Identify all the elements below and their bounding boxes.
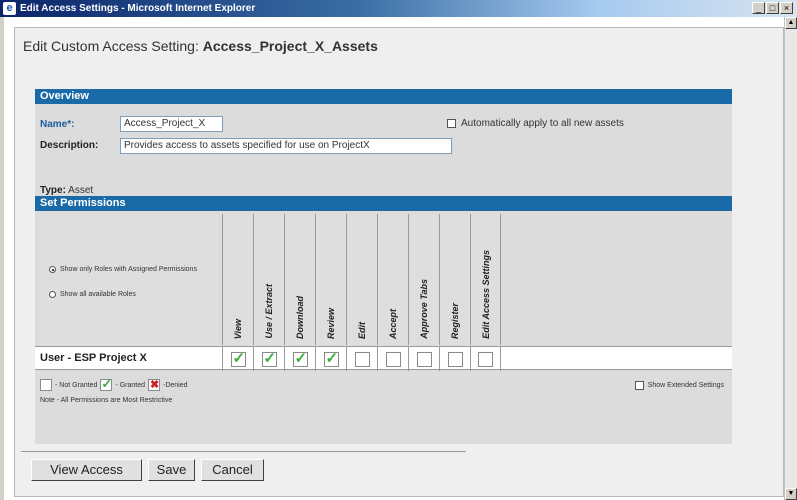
permission-cell-view bbox=[222, 347, 253, 371]
auto-apply-checkbox[interactable] bbox=[447, 119, 456, 128]
maximize-button[interactable]: □ bbox=[766, 2, 779, 14]
column-header-view: View bbox=[222, 214, 253, 345]
show-extended-settings-option[interactable]: Show Extended Settings bbox=[634, 381, 724, 390]
name-label: Name*: bbox=[40, 119, 75, 130]
column-header-accept: Accept bbox=[377, 214, 408, 345]
page-title: Edit Custom Access Setting: Access_Proje… bbox=[23, 38, 378, 54]
type-line: Type: Asset bbox=[40, 185, 93, 196]
description-input[interactable]: Provides access to assets specified for … bbox=[120, 138, 452, 154]
page-title-name: Access_Project_X_Assets bbox=[202, 38, 378, 54]
permission-cell-edit-access-settings bbox=[470, 347, 501, 371]
role-name: User - ESP Project X bbox=[40, 352, 147, 364]
cancel-button[interactable]: Cancel bbox=[201, 459, 264, 481]
permission-cell-register bbox=[439, 347, 470, 371]
internet-explorer-icon: e bbox=[3, 2, 16, 15]
permission-checkbox[interactable] bbox=[447, 351, 463, 367]
overview-section: Overview Name*: Access_Project_X Automat… bbox=[35, 89, 732, 201]
column-label: Approve Tabs bbox=[419, 279, 429, 339]
view-access-button[interactable]: View Access bbox=[31, 459, 142, 481]
role-row: User - ESP Project X bbox=[35, 346, 732, 371]
not-granted-label: - Not Granted bbox=[55, 381, 98, 389]
column-header-register: Register bbox=[439, 214, 470, 345]
permissions-note: Note - All Permissions are Most Restrict… bbox=[40, 397, 173, 404]
auto-apply-label: Automatically apply to all new assets bbox=[461, 118, 624, 129]
column-label: Use / Extract bbox=[264, 284, 274, 339]
overview-header: Overview bbox=[35, 89, 732, 104]
column-label: Download bbox=[295, 296, 305, 339]
divider bbox=[21, 451, 466, 452]
column-header-use-extract: Use / Extract bbox=[253, 214, 284, 345]
permission-checkbox-granted[interactable] bbox=[261, 349, 277, 367]
denied-label: -Denied bbox=[163, 381, 188, 389]
type-value: Asset bbox=[68, 185, 94, 196]
column-header-review: Review bbox=[315, 214, 346, 345]
permissions-header: Set Permissions bbox=[35, 196, 732, 211]
column-label: View bbox=[233, 318, 243, 339]
permission-cell-accept bbox=[377, 347, 408, 371]
permission-cell-approve-tabs bbox=[408, 347, 439, 371]
permission-cell-review bbox=[315, 347, 346, 371]
name-input[interactable]: Access_Project_X bbox=[120, 116, 223, 132]
permission-checkbox-granted[interactable] bbox=[323, 349, 339, 367]
radio-show-assigned[interactable]: Show only Roles with Assigned Permission… bbox=[49, 265, 199, 274]
permission-checkbox-granted[interactable] bbox=[292, 349, 308, 367]
title-bar: e Edit Access Settings - Microsoft Inter… bbox=[0, 0, 797, 17]
permission-legend: - Not Granted - Granted -Denied bbox=[40, 376, 188, 392]
column-header-edit: Edit bbox=[346, 214, 377, 345]
permission-cell-edit bbox=[346, 347, 377, 371]
auto-apply-option[interactable]: Automatically apply to all new assets bbox=[447, 118, 624, 129]
permission-cell-download bbox=[284, 347, 315, 371]
permission-cell-use-extract bbox=[253, 347, 284, 371]
column-label: Review bbox=[326, 307, 336, 339]
granted-label: - Granted bbox=[115, 381, 145, 389]
minimize-button[interactable]: _ bbox=[752, 2, 765, 14]
radio-label: Show only Roles with Assigned Permission… bbox=[60, 266, 197, 273]
window-controls: _ □ × bbox=[752, 2, 793, 14]
scroll-up-arrow-icon[interactable]: ▲ bbox=[785, 17, 797, 29]
not-granted-swatch bbox=[40, 379, 52, 391]
column-header-edit-access-settings: Edit Access Settings bbox=[470, 214, 501, 345]
type-label: Type: bbox=[40, 185, 66, 196]
show-extended-checkbox[interactable] bbox=[634, 381, 644, 390]
save-button[interactable]: Save bbox=[148, 459, 195, 481]
permission-checkbox[interactable] bbox=[478, 351, 493, 367]
radio-button[interactable] bbox=[49, 291, 56, 298]
vertical-scrollbar[interactable]: ▲ ▼ bbox=[784, 17, 797, 500]
radio-label: Show all available Roles bbox=[60, 291, 136, 298]
column-label: Accept bbox=[388, 308, 398, 339]
close-button[interactable]: × bbox=[780, 2, 793, 14]
granted-swatch bbox=[100, 376, 113, 392]
radio-show-all[interactable]: Show all available Roles bbox=[49, 290, 199, 299]
column-header-download: Download bbox=[284, 214, 315, 345]
scroll-down-arrow-icon[interactable]: ▼ bbox=[785, 488, 797, 500]
permission-checkbox[interactable] bbox=[416, 351, 432, 367]
permission-checkbox[interactable] bbox=[354, 351, 370, 367]
browser-content: Edit Custom Access Setting: Access_Proje… bbox=[4, 17, 784, 500]
column-label: Edit bbox=[357, 322, 367, 339]
role-filter: Show only Roles with Assigned Permission… bbox=[39, 214, 219, 364]
permission-checkbox-granted[interactable] bbox=[230, 349, 246, 367]
column-label: Register bbox=[450, 302, 460, 339]
description-label: Description: bbox=[40, 140, 99, 151]
denied-swatch bbox=[148, 378, 160, 391]
permissions-section: Set Permissions Show only Roles with Ass… bbox=[35, 196, 732, 444]
window-title: Edit Access Settings - Microsoft Interne… bbox=[20, 3, 256, 14]
show-extended-label: Show Extended Settings bbox=[647, 382, 724, 389]
page-title-prefix: Edit Custom Access Setting: bbox=[23, 38, 203, 54]
permission-checkbox[interactable] bbox=[385, 351, 401, 367]
column-label: Edit Access Settings bbox=[480, 250, 491, 339]
radio-button-checked[interactable] bbox=[49, 266, 56, 273]
column-header-approve-tabs: Approve Tabs bbox=[408, 214, 439, 345]
